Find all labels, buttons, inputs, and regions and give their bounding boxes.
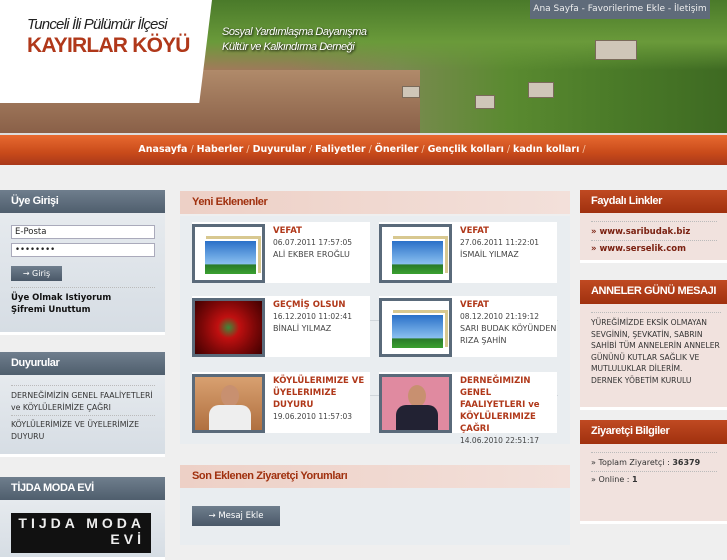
announcements-panel: Duyurular DERNEĞİMİZİN GENEL FAALİYETLER… — [0, 352, 165, 457]
recent-title: Yeni Eklenenler — [180, 191, 570, 214]
nav-anasayfa[interactable]: Anasayfa — [138, 144, 187, 155]
recent-item-thumbnail[interactable] — [379, 374, 452, 433]
recent-item-date: 19.06.2010 11:57:03 — [273, 412, 353, 421]
recent-item[interactable]: GEÇMİŞ OLSUN 16.12.2010 11:02:41 BİNALİ YI… — [192, 296, 370, 357]
recent-item-thumbnail[interactable] — [379, 224, 452, 283]
login-panel: Üye Girişi E-Posta •••••••• → Giriş Üye … — [0, 190, 165, 335]
guestbook-panel: Son Eklenen Ziyaretçi Yorumları → Mesaj … — [180, 465, 570, 545]
recent-item-name: BİNALİ YILMAZ — [273, 324, 332, 333]
recent-item[interactable]: DERNEĞIMIZIN GENEL FAALIYETLERI ve KÖYLÜ… — [379, 372, 557, 445]
visitors-panel: Ziyaretçi Bilgiler » Toplam Ziyaretçi : … — [580, 420, 727, 524]
logo-subtitle: Tunceli İli Pülümür İlçesi — [27, 16, 168, 33]
sponsor-panel: TİJDA MODA EVİ TIJDA MODA EVİ — [0, 477, 165, 560]
recent-item-date: 14.06.2010 22:51:17 — [460, 436, 540, 445]
announcements-title: Duyurular — [0, 352, 165, 375]
mothers-day-text: YÜREĞİMİZDE EKSİK OLMAYAN SEVGİNİN, ŞEVK… — [591, 318, 720, 373]
login-button[interactable]: → Giriş — [11, 266, 62, 281]
tagline-line1: Sosyal Yardımlaşma Dayanışma — [222, 26, 367, 38]
recent-item-name: İSMAİL YILMAZ — [460, 250, 519, 259]
link-serselik[interactable]: » www.serselik.com — [591, 243, 717, 255]
register-link[interactable]: Üye Olmak Istiyorum — [11, 292, 155, 304]
visitor-online: » Online : 1 — [591, 474, 717, 486]
site-logo[interactable]: Tunceli İli Pülümür İlçesi KAYIRLAR KÖYÜ — [0, 0, 212, 103]
visitor-total: » Toplam Ziyaretçi : 36379 — [591, 457, 717, 469]
forgot-password-link[interactable]: Şifremi Unuttum — [11, 304, 155, 316]
visitor-total-label: » Toplam Ziyaretçi : — [591, 458, 670, 467]
links-title: Faydalı Linkler — [580, 190, 727, 213]
recent-item-title[interactable]: KÖYLÜLERIMIZE VE ÜYELERIMIZE DUYURU — [273, 375, 370, 411]
add-message-button[interactable]: → Mesaj Ekle — [192, 506, 280, 526]
nav-duyurular[interactable]: Duyurular — [253, 144, 306, 155]
link-home[interactable]: Ana Sayfa — [533, 4, 578, 14]
recent-item-title[interactable]: GEÇMİŞ OLSUN — [273, 299, 370, 311]
login-title: Üye Girişi — [0, 190, 165, 213]
recent-item-date: 06.07.2011 17:57:05 — [273, 238, 353, 247]
recent-item-name: SARI BUDAK KÖYÜNDEN RIZA ŞAHİN — [460, 324, 557, 345]
recent-item-title[interactable]: DERNEĞIMIZIN GENEL FAALIYETLERI ve KÖYLÜ… — [460, 375, 557, 435]
logo-title: KAYIRLAR KÖYÜ — [27, 34, 190, 57]
recent-item-thumbnail[interactable] — [192, 374, 265, 433]
mothers-day-title: ANNELER GÜNÜ MESAJI — [580, 280, 727, 304]
announcement-item[interactable]: DERNEĞİMİZİN GENEL FAALİYETLERİ ve KÖYLÜ… — [11, 390, 155, 413]
nav-kadin[interactable]: kadın kolları — [513, 144, 579, 155]
visitor-total-value: 36379 — [672, 458, 701, 467]
guestbook-title: Son Eklenen Ziyaretçi Yorumları — [180, 465, 570, 488]
sponsor-banner[interactable]: TIJDA MODA EVİ — [11, 513, 151, 553]
link-saribudak[interactable]: » www.saribudak.biz — [591, 226, 717, 238]
email-input[interactable]: E-Posta — [11, 225, 155, 239]
recent-item-title[interactable]: VEFAT — [273, 225, 370, 237]
recent-item-title[interactable]: VEFAT — [460, 225, 557, 237]
recent-item-thumbnail[interactable] — [192, 224, 265, 283]
top-links: Ana Sayfa - Favorilerime Ekle - İletişim — [530, 0, 710, 19]
recent-item[interactable]: VEFAT 27.06.2011 11:22:01 İSMAİL YILMAZ — [379, 222, 557, 283]
visitors-title: Ziyaretçi Bilgiler — [580, 420, 727, 444]
recent-item-title[interactable]: VEFAT — [460, 299, 557, 311]
tagline: Sosyal Yardımlaşma Dayanışma Kültür ve Ka… — [222, 25, 367, 55]
nav-faliyetler[interactable]: Faliyetler — [315, 144, 365, 155]
sponsor-title: TİJDA MODA EVİ — [0, 477, 165, 500]
nav-oneriler[interactable]: Öneriler — [375, 144, 419, 155]
recent-item-name: ALİ EKBER EROĞLU — [273, 250, 350, 259]
recent-item[interactable]: KÖYLÜLERIMIZE VE ÜYELERIMIZE DUYURU 19.06… — [192, 372, 370, 433]
links-panel: Faydalı Linkler » www.saribudak.biz » ww… — [580, 190, 727, 263]
header-banner: Tunceli İli Pülümür İlçesi KAYIRLAR KÖYÜ… — [0, 0, 727, 133]
nav-haberler[interactable]: Haberler — [197, 144, 244, 155]
mothers-day-signature: DERNEK YÖBETİM KURULU — [591, 375, 692, 385]
recent-item-thumbnail[interactable] — [379, 298, 452, 357]
visitor-online-value: 1 — [632, 474, 638, 484]
announcement-item[interactable]: KÖYLÜLERİMİZE VE ÜYELERİMİZE DUYURU — [11, 419, 155, 442]
tagline-line2: Kültür ve Kalkındırma Derneği — [222, 41, 355, 53]
recent-item[interactable]: VEFAT 08.12.2010 21:19:12 SARI BUDAK KÖYÜN… — [379, 296, 557, 357]
recent-item[interactable]: VEFAT 06.07.2011 17:57:05 ALİ EKBER EROĞLU — [192, 222, 370, 283]
recent-item-thumbnail[interactable] — [192, 298, 265, 357]
recent-item-date: 16.12.2010 11:02:41 — [273, 312, 353, 321]
link-favorites[interactable]: Favorilerime Ekle — [588, 4, 665, 14]
recent-item-date: 08.12.2010 21:19:12 — [460, 312, 540, 321]
password-input[interactable]: •••••••• — [11, 243, 155, 257]
main-nav: Anasayfa / Haberler / Duyurular / Faliyetler / Ö… — [0, 133, 727, 165]
nav-genclik[interactable]: Gençlik kolları — [428, 144, 504, 155]
recent-item-date: 27.06.2011 11:22:01 — [460, 238, 540, 247]
mothers-day-panel: ANNELER GÜNÜ MESAJI YÜREĞİMİZDE EKSİK OL… — [580, 280, 727, 410]
link-contact[interactable]: İletişim — [674, 4, 707, 14]
visitor-online-label: » Online : — [591, 474, 630, 484]
